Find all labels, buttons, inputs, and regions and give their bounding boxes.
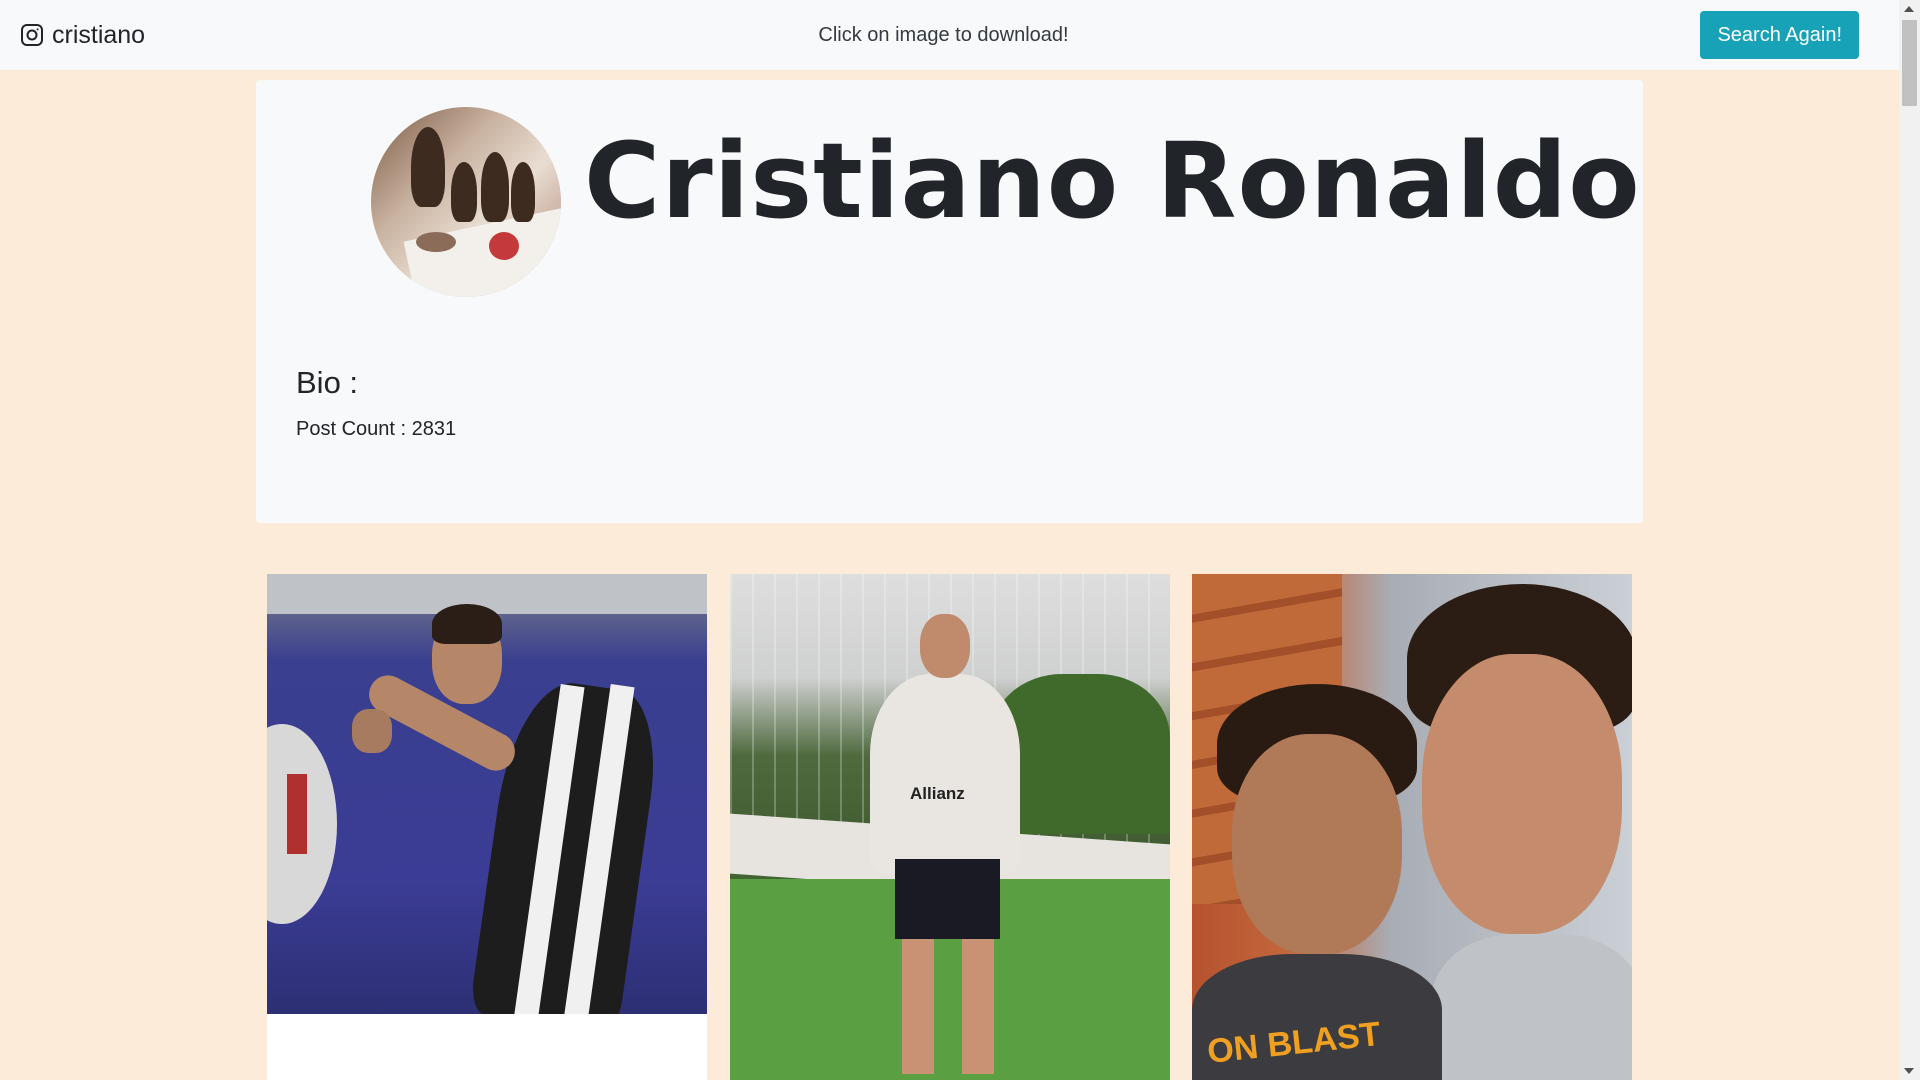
profile-avatar [371,107,561,297]
post-count: Post Count : 2831 [296,418,457,440]
download-hint: Click on image to download! [818,23,1069,46]
post-card[interactable]: Allianz [730,574,1170,1080]
bio-heading: Bio : [296,365,359,400]
search-again-button[interactable]: Search Again! [1700,11,1859,59]
scroll-down-arrow-icon[interactable] [1904,1068,1914,1074]
post-card[interactable] [267,574,707,1080]
post-image[interactable]: Allianz [730,574,1170,1080]
post-image[interactable] [267,574,707,1014]
post-card[interactable]: ON BLAST [1192,574,1632,1080]
profile-full-name: Cristiano Ronaldo [584,120,1641,242]
shirt-sponsor-text: Allianz [910,784,965,803]
scroll-up-arrow-icon[interactable] [1904,6,1914,12]
scrollbar-thumb[interactable] [1902,20,1917,106]
vertical-scrollbar[interactable] [1899,0,1920,1080]
profile-card: Cristiano Ronaldo Bio : Post Count : 283… [256,80,1643,523]
top-navbar: cristiano Click on image to download! Se… [0,0,1899,70]
post-image[interactable]: ON BLAST [1192,574,1632,1080]
